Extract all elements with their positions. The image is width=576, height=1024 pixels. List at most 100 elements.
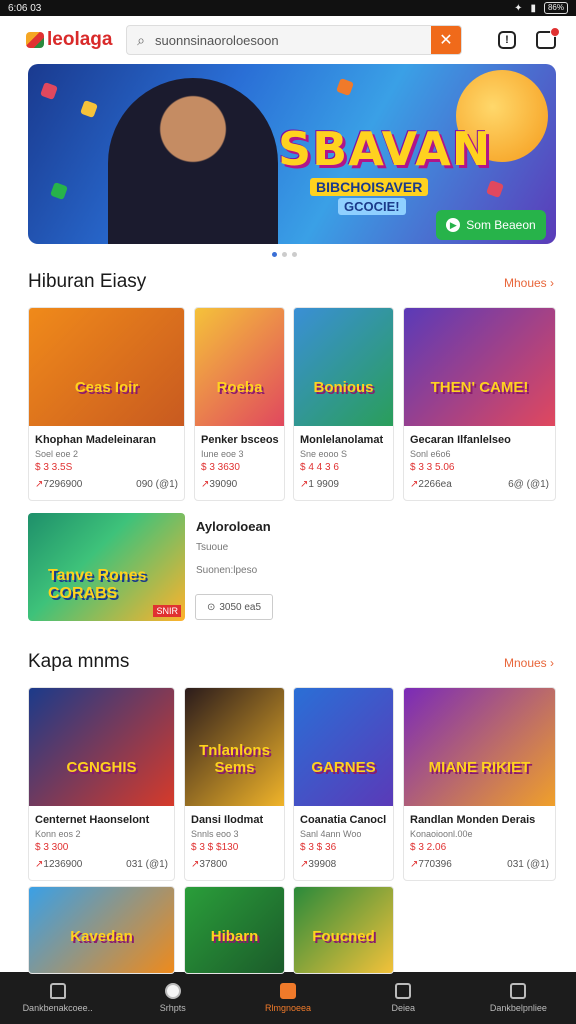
decor-gem xyxy=(336,78,354,96)
banner-subtitle: BIBCHOISAVER xyxy=(310,178,429,196)
app-header: leolaga ⌕ ✕ ! xyxy=(0,16,576,64)
game-card[interactable]: Foucned xyxy=(293,886,394,974)
game-thumbnail: GARNES xyxy=(294,688,393,806)
clear-search-button[interactable]: ✕ xyxy=(431,26,461,54)
thumbnail-title: Kavedan xyxy=(70,928,133,945)
brand-name: leolaga xyxy=(47,29,113,50)
nav-label: Srhpts xyxy=(159,1003,186,1013)
search-input[interactable] xyxy=(155,32,431,48)
notification-icon[interactable] xyxy=(536,27,560,49)
featured-thumb-title: Tanve Rones CORABS xyxy=(48,567,147,602)
rating: 090 (@1) xyxy=(136,479,178,490)
brand-logo[interactable]: leolaga xyxy=(26,29,126,51)
game-meta: Soel eoe 2 xyxy=(35,449,79,459)
game-name: Gecaran Ilfanlelseo xyxy=(410,434,511,446)
thumbnail-title: Tnlanlons Sems xyxy=(199,742,270,776)
game-card[interactable]: Roeba Penker bsceos Iune eoe 3 $ 3 3630 3909… xyxy=(194,307,285,501)
game-card[interactable]: THEN' CAME! Gecaran Ilfanlelseo Sonl e6o6 $… xyxy=(403,307,556,501)
game-card[interactable]: GARNES Coanatia Canocl Sanl 4ann Woo $ 3 $ … xyxy=(293,687,394,881)
featured-game-thumbnail[interactable]: Tanve Rones CORABS SNIR xyxy=(28,513,185,621)
bottom-navigation: Dankbenakcoee.. Srhpts Rlmgnoeea Deiea Dankb… xyxy=(0,972,576,1024)
signal-icon: ▮ xyxy=(530,2,536,14)
game-price: $ 3 3 5.06 xyxy=(410,462,455,473)
see-more-link[interactable]: Mhoues › xyxy=(504,276,554,290)
game-stats: 39090 xyxy=(201,479,278,490)
featured-subtitle: Tsuoue xyxy=(196,542,229,553)
sold-count: 7296900 xyxy=(35,479,82,490)
carousel-indicator xyxy=(272,252,297,257)
nav-item[interactable]: Dankbenakcoee.. xyxy=(0,972,115,1024)
banner-headline: SBAVAN xyxy=(278,122,492,176)
nav-item[interactable]: Deiea xyxy=(346,972,461,1024)
messages-icon xyxy=(395,983,412,999)
nav-label: Rlmgnoeea xyxy=(264,1003,312,1013)
game-thumbnail: CGNGHIS xyxy=(29,688,174,806)
battery-indicator: 86% xyxy=(543,2,568,14)
game-price: $ 3 2.06 xyxy=(410,842,447,853)
game-meta: Iune eoe 3 xyxy=(201,449,244,459)
info-icon[interactable]: ! xyxy=(498,31,516,49)
nav-item[interactable]: Srhpts xyxy=(115,972,230,1024)
sold-count: 39908 xyxy=(300,859,336,870)
featured-detail: Suonen:lpeso xyxy=(196,565,258,576)
search-icon: ⌕ xyxy=(137,31,145,48)
game-card[interactable]: Tnlanlons Sems Dansi Ilodmat Snnls eoo 3 $ … xyxy=(184,687,285,881)
nav-item[interactable]: Rlmgnoeea xyxy=(230,972,345,1024)
decor-gem xyxy=(40,82,58,100)
game-name: Coanatia Canocl xyxy=(300,814,387,826)
game-card[interactable]: Ceas Ioir Khophan Madeleinaran Soel eoe 2 $… xyxy=(28,307,185,501)
game-price: $ 3 $ $130 xyxy=(191,842,239,853)
thumbnail-title: Bonious xyxy=(313,379,374,396)
carousel-dot[interactable] xyxy=(272,252,277,257)
carousel-dot[interactable] xyxy=(292,252,297,257)
sold-count: 1236900 xyxy=(35,859,82,870)
sold-count: 37800 xyxy=(191,859,227,870)
decor-gem xyxy=(80,100,98,118)
game-name: Randlan Monden Derais xyxy=(410,814,536,826)
game-stats: 1 9909 xyxy=(300,479,387,490)
game-card[interactable]: Hibarn xyxy=(184,886,285,974)
game-card[interactable]: CGNGHIS Centernet Haonselont Konn eos 2 $ 3… xyxy=(28,687,175,881)
game-price: $ 4 4 3 6 xyxy=(300,462,339,473)
decor-gem xyxy=(486,180,504,198)
game-stats: 770396 031 (@1) xyxy=(410,859,549,870)
banner-cta-button[interactable]: ▶ Som Beaeon xyxy=(436,210,546,240)
game-price: $ 3 3.5S xyxy=(35,462,73,473)
nav-item[interactable]: Dankbelpnliee xyxy=(461,972,576,1024)
featured-info: Ayloroloean Tsuoue Suonen:lpeso xyxy=(196,519,271,576)
game-card[interactable]: MIANE RIKIET Randlan Monden Derais Konaoio… xyxy=(403,687,556,881)
game-thumbnail: Roeba xyxy=(195,308,284,426)
promo-banner[interactable]: SBAVAN BIBCHOISAVER GCOCIE! ▶ Som Beaeon xyxy=(28,64,556,244)
featured-title: Ayloroloean xyxy=(196,519,271,534)
see-more-link[interactable]: Mnoues › xyxy=(504,656,554,670)
carousel-dot[interactable] xyxy=(282,252,287,257)
notification-badge xyxy=(550,27,560,37)
game-name: Monlelanolamat xyxy=(300,434,384,446)
featured-action-button[interactable]: ⊙ 3050 ea5 xyxy=(195,594,273,620)
thumbnail-title: Ceas Ioir xyxy=(74,379,139,396)
section-title: Kapa mnms xyxy=(28,651,130,672)
nav-label: Dankbenakcoee.. xyxy=(22,1003,93,1013)
status-icons: ✦ ▮ 86% xyxy=(514,2,568,14)
wifi-icon: ✦ xyxy=(514,2,523,14)
game-card[interactable]: Kavedan xyxy=(28,886,175,974)
game-name: Centernet Haonselont xyxy=(35,814,150,826)
game-card[interactable]: Bonious Monlelanolamat Sne eooo S $ 4 4 3 6… xyxy=(293,307,394,501)
game-meta: Sne eooo S xyxy=(300,449,348,459)
search-icon xyxy=(164,983,181,999)
game-stats: 1236900 031 (@1) xyxy=(35,859,168,870)
rating: 031 (@1) xyxy=(126,859,168,870)
section-title: Hiburan Eiasy xyxy=(28,271,147,292)
game-price: $ 3 $ 36 xyxy=(300,842,337,853)
logo-icon xyxy=(26,32,44,48)
game-meta: Konaoioonl.00e xyxy=(410,829,473,839)
sold-count: 770396 xyxy=(410,859,451,870)
game-stats: 39908 xyxy=(300,859,387,870)
nav-label: Dankbelpnliee xyxy=(489,1003,547,1013)
thumbnail-title: Roeba xyxy=(216,379,263,396)
banner-character-image xyxy=(108,78,278,244)
banner-tagline: GCOCIE! xyxy=(338,198,406,215)
status-time: 6:06 03 xyxy=(8,2,42,14)
thumbnail-title: Foucned xyxy=(312,928,375,945)
rating: 031 (@1) xyxy=(507,859,549,870)
